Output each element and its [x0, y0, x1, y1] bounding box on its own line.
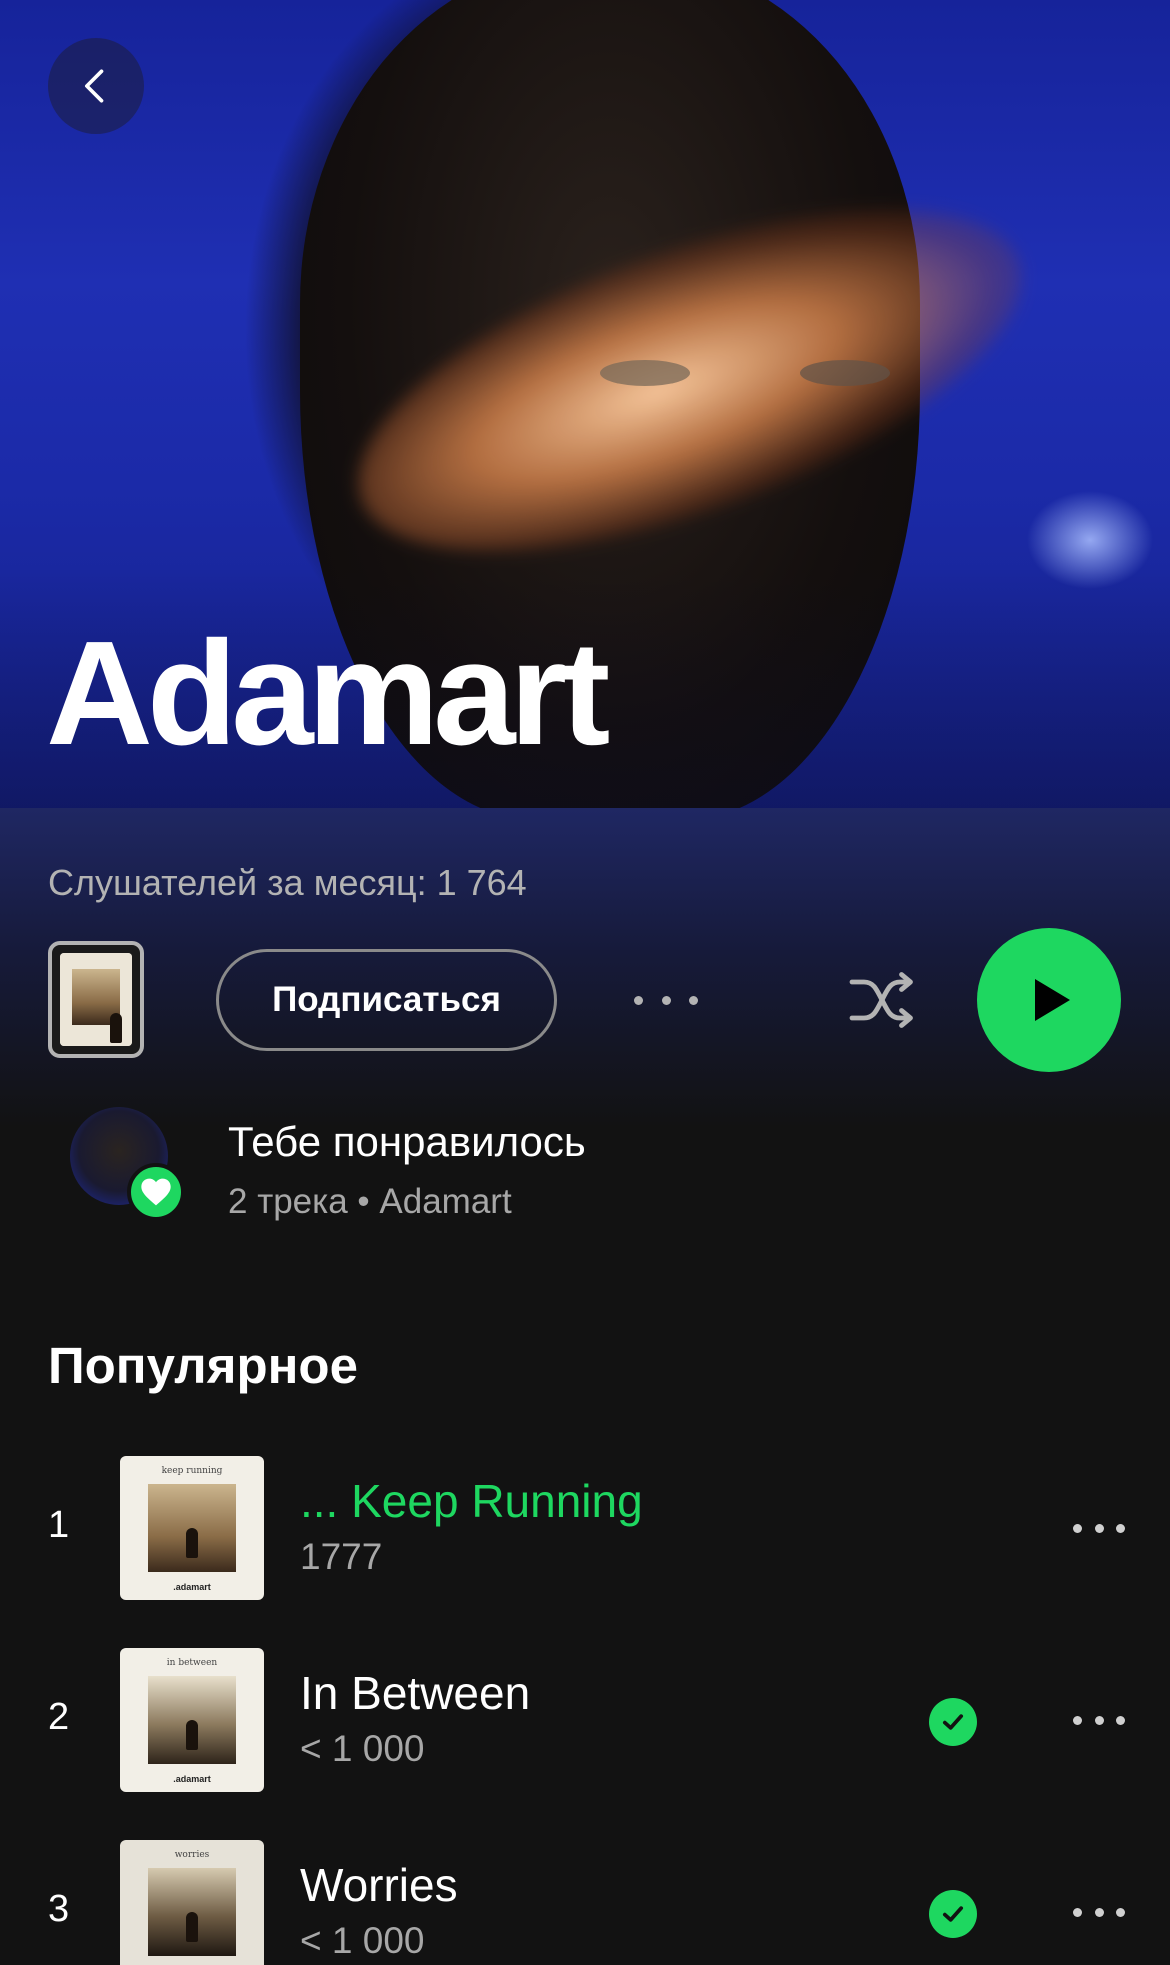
chevron-left-icon [85, 69, 104, 103]
track-title: ... Keep Running [300, 1475, 643, 1527]
track-cover-caption: worries [174, 1850, 210, 1860]
downloaded-check-icon [929, 1890, 977, 1938]
album-cover-art [60, 953, 132, 1046]
track-number: 1 [48, 1504, 70, 1546]
track-row[interactable]: 1 keep running .adamart ... Keep Running… [0, 1456, 1170, 1602]
album-cover-thumbnail[interactable] [48, 941, 144, 1058]
track-more-options-icon[interactable] [1073, 1520, 1125, 1536]
track-play-count: 1777 [300, 1536, 383, 1577]
artist-name: Adamart [46, 611, 610, 776]
track-play-count: < 1 000 [300, 1728, 425, 1769]
track-title: Worries [300, 1859, 458, 1911]
track-play-count: < 1 000 [300, 1920, 425, 1961]
track-cover: keep running .adamart [120, 1456, 264, 1600]
monthly-listeners: Слушателей за месяц: 1 764 [48, 862, 527, 903]
track-cover: worries [120, 1840, 264, 1965]
play-button[interactable] [977, 928, 1121, 1072]
track-number: 3 [48, 1888, 70, 1930]
track-cover-picture [148, 1484, 236, 1572]
track-more-options-icon[interactable] [1073, 1712, 1125, 1728]
track-cover-picture [148, 1868, 236, 1956]
track-more-options-icon[interactable] [1073, 1904, 1125, 1920]
track-number: 2 [48, 1696, 70, 1738]
shuffle-button[interactable] [842, 960, 922, 1040]
track-row[interactable]: 3 worries Worries < 1 000 [0, 1840, 1170, 1965]
track-cover: in between .adamart [120, 1648, 264, 1792]
back-button[interactable] [48, 38, 144, 134]
play-icon [1035, 979, 1070, 1021]
liked-songs-subtitle: 2 трека • Adamart [228, 1182, 512, 1221]
artist-page: Adamart Слушателей за месяц: 1 764 Подпи… [0, 0, 1170, 1965]
hero-eye-right [800, 360, 890, 386]
track-title: In Between [300, 1667, 531, 1719]
more-options-icon[interactable] [634, 982, 698, 1018]
track-cover-brand: .adamart [173, 1582, 211, 1592]
track-row[interactable]: 2 in between .adamart In Between < 1 000 [0, 1648, 1170, 1794]
heart-icon [127, 1163, 185, 1221]
track-cover-caption: in between [166, 1658, 218, 1668]
track-cover-picture [148, 1676, 236, 1764]
popular-heading: Популярное [48, 1337, 358, 1394]
follow-button[interactable]: Подписаться [216, 949, 557, 1051]
liked-songs-title[interactable]: Тебе понравилось [228, 1118, 586, 1166]
shuffle-icon [849, 972, 913, 1028]
track-cover-brand: .adamart [173, 1774, 211, 1784]
hero-eye-left [600, 360, 690, 386]
track-cover-caption: keep running [161, 1466, 223, 1476]
downloaded-check-icon [929, 1698, 977, 1746]
